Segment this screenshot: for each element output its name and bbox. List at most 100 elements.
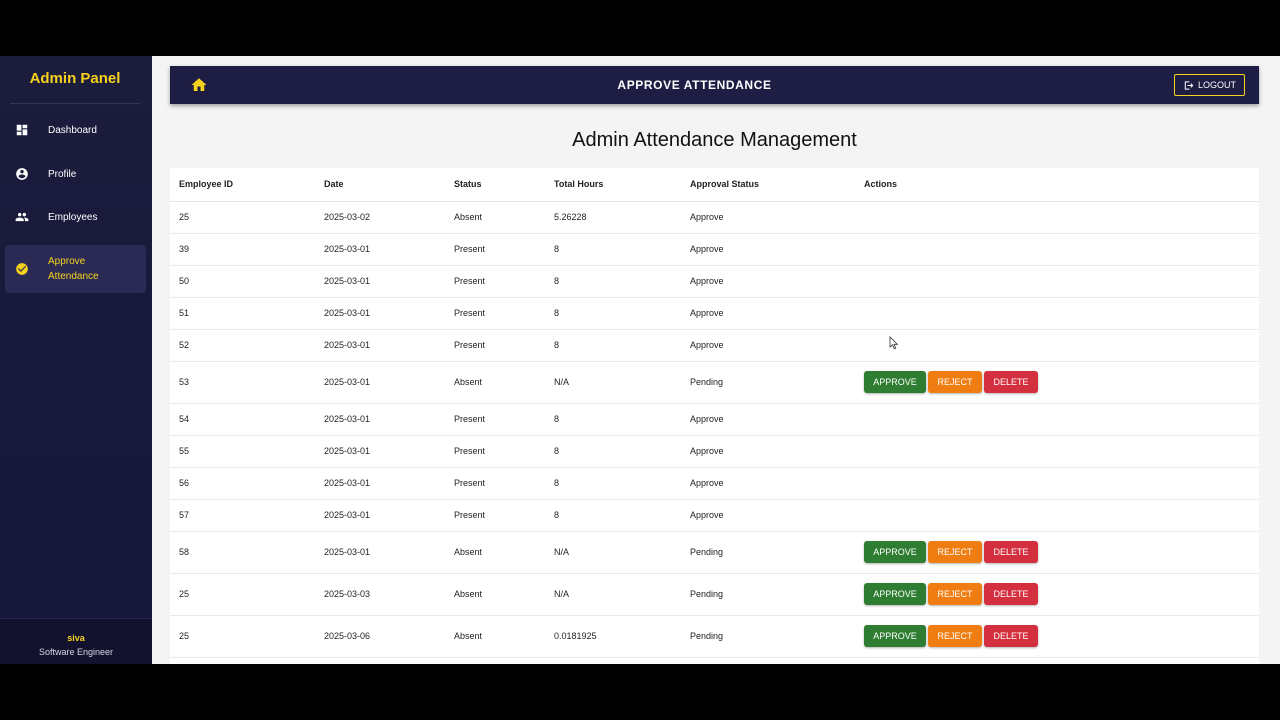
logout-button[interactable]: LOGOUT bbox=[1174, 74, 1245, 96]
actions-cell bbox=[855, 467, 1259, 500]
approval-status-cell: Pending bbox=[681, 573, 855, 616]
approve-button[interactable]: APPROVE bbox=[864, 625, 926, 647]
actions-cell: APPROVE REJECT DELETE bbox=[855, 615, 1259, 658]
date-cell: 2025-03-01 bbox=[315, 361, 445, 404]
table-row: 25 2025-03-06 Absent 0.0181925 Pending APPROV… bbox=[170, 615, 1259, 658]
logout-icon bbox=[1184, 80, 1194, 90]
reject-button[interactable]: REJECT bbox=[928, 541, 982, 563]
actions-cell bbox=[855, 233, 1259, 266]
total-hours-cell: N/A bbox=[545, 531, 681, 574]
sidebar-item-approve-attendance[interactable]: Approve Attendance bbox=[5, 245, 146, 293]
status-cell: Absent bbox=[445, 361, 545, 404]
actions-cell bbox=[855, 265, 1259, 298]
reject-button[interactable]: REJECT bbox=[928, 583, 982, 605]
table-row: 52 2025-03-01 Present 8 Approve bbox=[170, 329, 1259, 362]
date-cell: 2025-03-01 bbox=[315, 467, 445, 500]
column-header: Actions bbox=[855, 168, 1259, 202]
sidebar-divider bbox=[10, 103, 140, 104]
employee-id-cell: 53 bbox=[170, 361, 315, 404]
date-cell: 2025-03-01 bbox=[315, 297, 445, 330]
approval-status-cell: Approve bbox=[681, 233, 855, 266]
total-hours-cell: 0.0181925 bbox=[545, 615, 681, 658]
table-row: 39 2025-03-01 Present 8 Approve bbox=[170, 233, 1259, 266]
table-row: 50 2025-03-01 Present 8 Approve bbox=[170, 265, 1259, 298]
table-row: 25 2025-03-03 Absent N/A Pending APPROVE REJEC… bbox=[170, 573, 1259, 616]
delete-button[interactable]: DELETE bbox=[984, 583, 1038, 605]
actions-cell bbox=[855, 329, 1259, 362]
user-role: Software Engineer bbox=[38, 647, 114, 657]
status-cell: Present bbox=[445, 233, 545, 266]
total-hours-cell: 8 bbox=[545, 329, 681, 362]
top-bar: APPROVE ATTENDANCE LOGOUT bbox=[170, 66, 1259, 104]
approve-button[interactable]: APPROVE bbox=[864, 583, 926, 605]
date-cell: 2025-03-01 bbox=[315, 499, 445, 532]
employee-id-cell: 56 bbox=[170, 467, 315, 500]
delete-button[interactable]: DELETE bbox=[984, 371, 1038, 393]
total-hours-cell: 8 bbox=[545, 467, 681, 500]
approval-status-cell: Approve bbox=[681, 329, 855, 362]
account-circle-icon bbox=[16, 168, 28, 180]
actions-cell bbox=[855, 201, 1259, 234]
total-hours-cell: N/A bbox=[545, 573, 681, 616]
table-row: 58 2025-03-01 Absent N/A Pending APPROVE REJEC… bbox=[170, 531, 1259, 574]
total-hours-cell: 5.26228 bbox=[545, 201, 681, 234]
approval-status-cell: Approve bbox=[681, 499, 855, 532]
approve-button[interactable]: APPROVE bbox=[864, 371, 926, 393]
total-hours-cell: 8 bbox=[545, 297, 681, 330]
delete-button[interactable]: DELETE bbox=[984, 541, 1038, 563]
table-body: 25 2025-03-02 Absent 5.26228 Approve 39 2025-0… bbox=[170, 201, 1259, 658]
actions-cell bbox=[855, 297, 1259, 330]
approval-status-cell: Pending bbox=[681, 531, 855, 574]
employee-id-cell: 57 bbox=[170, 499, 315, 532]
column-header: Total Hours bbox=[545, 168, 681, 202]
actions-cell: APPROVE REJECT DELETE bbox=[855, 531, 1259, 574]
sidebar-item-dashboard[interactable]: Dashboard bbox=[5, 112, 146, 148]
column-header: Approval Status bbox=[681, 168, 855, 202]
table-row: 56 2025-03-01 Present 8 Approve bbox=[170, 467, 1259, 500]
date-cell: 2025-03-02 bbox=[315, 201, 445, 234]
approval-status-cell: Approve bbox=[681, 467, 855, 500]
employee-id-cell: 25 bbox=[170, 573, 315, 616]
date-cell: 2025-03-01 bbox=[315, 265, 445, 298]
total-hours-cell: 8 bbox=[545, 435, 681, 468]
status-cell: Present bbox=[445, 435, 545, 468]
sidebar-item-label: Dashboard bbox=[48, 124, 97, 136]
employee-id-cell: 25 bbox=[170, 615, 315, 658]
sidebar-item-label: Approve Attendance bbox=[48, 256, 99, 282]
status-cell: Present bbox=[445, 499, 545, 532]
status-cell: Absent bbox=[445, 573, 545, 616]
delete-button[interactable]: DELETE bbox=[984, 625, 1038, 647]
reject-button[interactable]: REJECT bbox=[928, 625, 982, 647]
approval-status-cell: Pending bbox=[681, 615, 855, 658]
total-hours-cell: 8 bbox=[545, 233, 681, 266]
actions-cell bbox=[855, 499, 1259, 532]
table-row: 51 2025-03-01 Present 8 Approve bbox=[170, 297, 1259, 330]
user-name: siva bbox=[67, 633, 85, 643]
employee-id-cell: 25 bbox=[170, 201, 315, 234]
sidebar: Admin Panel Dashboard Profile Employees bbox=[0, 56, 152, 664]
reject-button[interactable]: REJECT bbox=[928, 371, 982, 393]
table-row: 54 2025-03-01 Present 8 Approve bbox=[170, 403, 1259, 436]
sidebar-item-profile[interactable]: Profile bbox=[5, 156, 146, 192]
mouse-cursor-icon bbox=[889, 336, 899, 350]
date-cell: 2025-03-06 bbox=[315, 615, 445, 658]
approve-button[interactable]: APPROVE bbox=[864, 541, 926, 563]
employee-id-cell: 54 bbox=[170, 403, 315, 436]
page-header-title: APPROVE ATTENDANCE bbox=[617, 78, 772, 92]
page-title: Admin Attendance Management bbox=[572, 129, 857, 151]
sidebar-item-label: Employees bbox=[48, 211, 98, 223]
approval-status-cell: Approve bbox=[681, 201, 855, 234]
date-cell: 2025-03-03 bbox=[315, 573, 445, 616]
status-cell: Absent bbox=[445, 615, 545, 658]
total-hours-cell: 8 bbox=[545, 403, 681, 436]
date-cell: 2025-03-01 bbox=[315, 329, 445, 362]
date-cell: 2025-03-01 bbox=[315, 435, 445, 468]
table-row: 25 2025-03-02 Absent 5.26228 Approve bbox=[170, 201, 1259, 234]
actions-cell bbox=[855, 403, 1259, 436]
status-cell: Present bbox=[445, 467, 545, 500]
employee-id-cell: 58 bbox=[170, 531, 315, 574]
column-header: Employee ID bbox=[170, 168, 315, 202]
sidebar-item-employees[interactable]: Employees bbox=[5, 199, 146, 235]
status-cell: Present bbox=[445, 403, 545, 436]
actions-cell: APPROVE REJECT DELETE bbox=[855, 573, 1259, 616]
